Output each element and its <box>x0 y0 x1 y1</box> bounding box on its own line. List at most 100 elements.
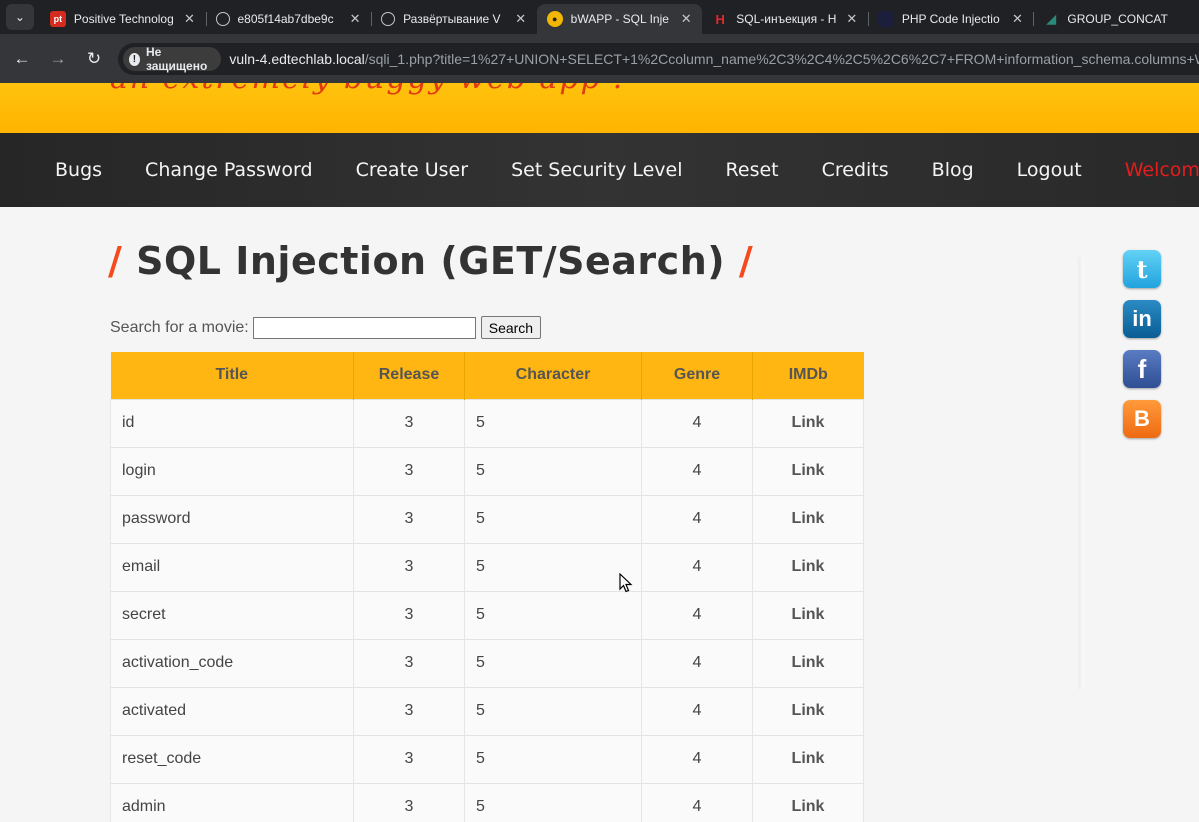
site-banner: an extremely buggy web app ! <box>0 83 1199 133</box>
table-row: id 3 5 4 Link <box>110 398 864 447</box>
cell-title: activated <box>110 686 354 735</box>
imdb-cell: Link <box>752 398 864 447</box>
cell-genre: 4 <box>641 398 753 447</box>
imdb-link[interactable]: Link <box>792 462 825 479</box>
welcome-text: Welcome <box>1124 159 1199 181</box>
cell-genre: 4 <box>641 782 753 822</box>
facebook-icon[interactable]: f <box>1123 350 1161 388</box>
imdb-link[interactable]: Link <box>792 558 825 575</box>
cell-genre: 4 <box>641 686 753 735</box>
imdb-cell: Link <box>752 686 864 735</box>
security-chip[interactable]: ! Не защищено <box>123 45 222 73</box>
imdb-cell: Link <box>752 446 864 495</box>
cell-title: admin <box>110 782 354 822</box>
cell-genre: 4 <box>641 542 753 591</box>
browser-tab[interactable]: H SQL-инъекция - H ✕ <box>702 4 868 34</box>
main-content: / SQL Injection (GET/Search) / Search fo… <box>0 207 1199 822</box>
cell-title: reset_code <box>110 734 354 783</box>
twitter-icon[interactable]: t <box>1123 250 1161 288</box>
table-row: activation_code 3 5 4 Link <box>110 638 864 687</box>
search-form: Search for a movie: Search <box>110 316 542 339</box>
chart-icon: ◢ <box>1046 12 1056 26</box>
close-icon[interactable]: ✕ <box>1009 11 1025 27</box>
bee-icon: ● <box>546 11 563 27</box>
forward-arrow-icon[interactable]: → <box>44 45 72 73</box>
title-slash-left: / <box>108 239 123 283</box>
menu-item-credits[interactable]: Credits <box>822 159 889 181</box>
menu-item-bugs[interactable]: Bugs <box>55 159 102 181</box>
menu-item-create-user[interactable]: Create User <box>356 159 468 181</box>
cell-release: 3 <box>353 542 465 591</box>
imdb-link[interactable]: Link <box>792 750 825 767</box>
browser-tab[interactable]: ◢ GROUP_CONCAT <box>1033 4 1199 34</box>
globe-icon <box>381 12 396 26</box>
cell-release: 3 <box>353 734 465 783</box>
globe-icon <box>215 12 230 26</box>
table-row: email 3 5 4 Link <box>110 542 864 591</box>
search-button[interactable]: Search <box>480 316 542 339</box>
imdb-link[interactable]: Link <box>792 702 825 719</box>
cell-character: 5 <box>464 686 642 735</box>
table-row: reset_code 3 5 4 Link <box>110 734 864 783</box>
header-genre: Genre <box>641 352 753 399</box>
cell-release: 3 <box>353 446 465 495</box>
close-icon[interactable]: ✕ <box>844 11 860 27</box>
tab-title: Развёртывание V <box>403 12 501 26</box>
results-table: Title Release Character Genre IMDb id 3 5 4… <box>110 352 864 822</box>
tab-search-chevron-icon[interactable]: ⌄ <box>6 4 34 30</box>
cell-character: 5 <box>464 638 642 687</box>
cell-genre: 4 <box>641 590 753 639</box>
imdb-link[interactable]: Link <box>792 510 825 527</box>
close-icon[interactable]: ✕ <box>513 11 529 27</box>
cell-release: 3 <box>353 686 465 735</box>
browser-tab[interactable]: pt Positive Technolog ✕ <box>40 4 206 34</box>
search-input[interactable] <box>252 316 476 339</box>
browser-tab-active[interactable]: ● bWAPP - SQL Inje ✕ <box>536 4 703 34</box>
linkedin-icon[interactable]: in <box>1123 300 1161 338</box>
header-character: Character <box>464 352 642 399</box>
cell-character: 5 <box>464 734 642 783</box>
close-icon[interactable]: ✕ <box>678 11 694 27</box>
back-arrow-icon[interactable]: ← <box>8 45 36 73</box>
tab-title: GROUP_CONCAT <box>1067 12 1168 26</box>
menu-item-blog[interactable]: Blog <box>932 159 974 181</box>
browser-tab[interactable]: PHP Code Injectio ✕ <box>867 4 1034 34</box>
cell-genre: 4 <box>641 734 753 783</box>
blogger-icon[interactable]: B <box>1123 400 1161 438</box>
cell-character: 5 <box>464 446 642 495</box>
imdb-link[interactable]: Link <box>792 606 825 623</box>
tab-title: Positive Technolog <box>73 12 174 26</box>
imdb-cell: Link <box>752 782 864 822</box>
menu-item-set-security-level[interactable]: Set Security Level <box>511 159 682 181</box>
page-title: / SQL Injection (GET/Search) / <box>108 239 753 283</box>
cell-title: login <box>110 446 354 495</box>
cell-genre: 4 <box>641 638 753 687</box>
close-icon[interactable]: ✕ <box>347 11 363 27</box>
browser-tab-strip: ⌄ pt Positive Technolog ✕ e805f14ab7dbe9… <box>0 0 1199 34</box>
imdb-link[interactable]: Link <box>792 414 825 431</box>
menu-item-change-password[interactable]: Change Password <box>145 159 313 181</box>
tab-title: PHP Code Injectio <box>901 12 1000 26</box>
imdb-link[interactable]: Link <box>792 798 825 815</box>
reload-icon[interactable]: ↻ <box>80 45 108 73</box>
cell-title: email <box>110 542 354 591</box>
table-header-row: Title Release Character Genre IMDb <box>110 352 864 399</box>
imdb-cell: Link <box>752 494 864 543</box>
table-body: id 3 5 4 Link login 3 5 4 Link password 3 5 4 Link emai… <box>110 398 864 822</box>
browser-tab[interactable]: Развёртывание V ✕ <box>371 4 537 34</box>
imdb-cell: Link <box>752 638 864 687</box>
dark-square-icon <box>877 11 894 27</box>
warning-icon: ! <box>129 52 140 66</box>
close-icon[interactable]: ✕ <box>182 11 198 27</box>
imdb-cell: Link <box>752 590 864 639</box>
cell-character: 5 <box>464 542 642 591</box>
positive-technologies-icon: pt <box>49 11 66 27</box>
address-bar[interactable]: ! Не защищено vuln-4.edtechlab.local/sql… <box>118 43 1199 75</box>
cell-title: activation_code <box>110 638 354 687</box>
url-text[interactable]: vuln-4.edtechlab.local/sqli_1.php?title=… <box>229 51 1199 67</box>
menu-item-logout[interactable]: Logout <box>1017 159 1082 181</box>
cell-release: 3 <box>353 494 465 543</box>
browser-tab[interactable]: e805f14ab7dbe9c ✕ <box>205 4 372 34</box>
imdb-link[interactable]: Link <box>792 654 825 671</box>
menu-item-reset[interactable]: Reset <box>726 159 779 181</box>
